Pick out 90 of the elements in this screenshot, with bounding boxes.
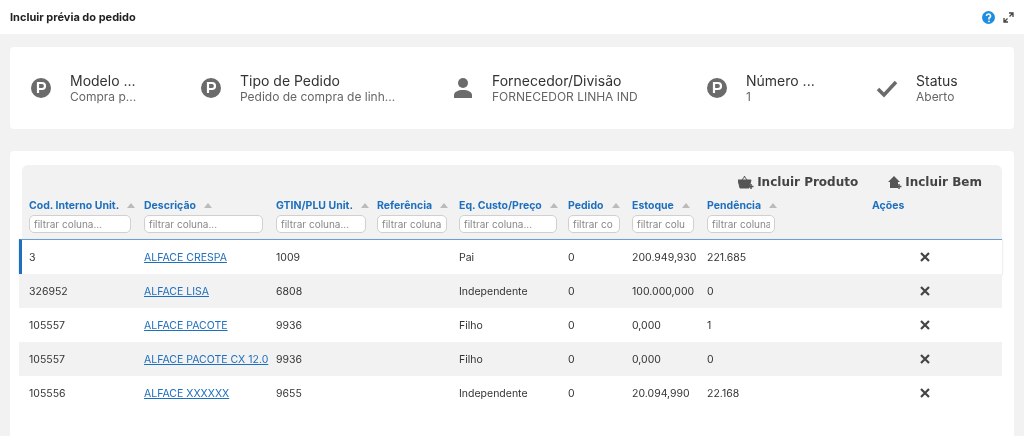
sort-icon[interactable]: [681, 203, 690, 208]
table-cell: 200.949,930: [632, 250, 697, 264]
table-cell: 0: [568, 284, 575, 298]
p-circle-icon: [200, 77, 222, 99]
add-product-button[interactable]: Incluir Produto: [738, 173, 859, 191]
expand-icon[interactable]: [1003, 11, 1014, 23]
sort-icon[interactable]: [769, 203, 778, 208]
summary-value: FORNECEDOR LINHA IND: [492, 89, 638, 104]
summary-label: Número ...: [746, 72, 815, 89]
table-cell: 22.168: [707, 386, 740, 400]
summary-label: Tipo de Pedido: [240, 72, 341, 89]
summary-value: Aberto: [916, 89, 956, 104]
close-icon[interactable]: [920, 354, 930, 364]
summary-value: Pedido de compra de linh...: [240, 89, 396, 104]
sort-icon[interactable]: [127, 203, 136, 208]
basket-plus-icon: [738, 175, 755, 189]
table-cell: Filho: [459, 352, 483, 366]
table-cell: 105557: [29, 352, 65, 366]
table-row[interactable]: 326952 ALFACE LISA 6808 Independente 0 100.000,000 0: [19, 274, 1002, 308]
product-link[interactable]: ALFACE CRESPA: [144, 250, 276, 264]
filter-field[interactable]: filtrar coluna: [707, 215, 775, 233]
sort-icon[interactable]: [360, 203, 369, 208]
table-cell: 9655: [276, 386, 302, 400]
filter-field[interactable]: filtrar coluna...: [29, 215, 131, 233]
product-link[interactable]: ALFACE LISA: [144, 284, 276, 298]
table-cell: 0: [568, 352, 575, 366]
close-icon[interactable]: [920, 320, 930, 330]
summary-label: Status: [916, 72, 958, 89]
filter-field[interactable]: filtrar coluna...: [144, 215, 263, 233]
product-link[interactable]: ALFACE PACOTE: [144, 318, 276, 332]
p-circle-icon: [706, 77, 728, 99]
table-cell: Independente: [459, 284, 528, 298]
table-cell: 326952: [29, 284, 68, 298]
table-cell: 221.685: [707, 250, 747, 264]
table-cell: 3: [29, 250, 36, 264]
column-header[interactable]: Pendência: [707, 199, 762, 212]
filter-field[interactable]: filtrar coluna: [377, 215, 447, 233]
filter-field[interactable]: filtrar colu: [632, 215, 694, 233]
product-link[interactable]: ALFACE XXXXXX: [144, 386, 276, 400]
close-icon[interactable]: [920, 388, 930, 398]
table-cell: 9936: [276, 318, 303, 332]
table-cell: 0,000: [632, 352, 661, 366]
table-cell: 0: [568, 318, 575, 332]
table-cell: 0: [707, 352, 714, 366]
table-cell: 100.000,000: [632, 284, 695, 298]
table-cell: 105556: [29, 386, 66, 400]
window-title: Incluir prévia do pedido: [10, 10, 136, 24]
table-cell: 20.094,990: [632, 386, 690, 400]
table-cell: 0: [568, 386, 575, 400]
person-icon: [452, 77, 474, 99]
table-cell: 1009: [276, 250, 301, 264]
help-icon[interactable]: [982, 10, 995, 24]
table-cell: Filho: [459, 318, 483, 332]
table-cell: 0,000: [632, 318, 661, 332]
column-header[interactable]: Eq. Custo/Preço: [459, 199, 542, 212]
column-header[interactable]: Descrição: [144, 199, 196, 212]
sort-icon[interactable]: [203, 203, 212, 208]
summary-label: Fornecedor/Divisão: [492, 72, 623, 89]
product-link[interactable]: ALFACE PACOTE CX 12.0: [144, 352, 276, 366]
summary-value: 1: [746, 89, 752, 104]
table-cell: Independente: [459, 386, 528, 400]
column-header[interactable]: Ações: [872, 199, 905, 212]
table-cell: 1: [707, 318, 712, 332]
table-cell: Pai: [459, 250, 475, 264]
p-circle-icon: [30, 77, 52, 99]
table-row[interactable]: 105557 ALFACE PACOTE 9936 Filho 0 0,000 1: [19, 308, 1002, 342]
filter-field[interactable]: filtrar coluna...: [276, 215, 366, 233]
close-icon[interactable]: [920, 286, 930, 296]
filter-field[interactable]: filtrar coluna...: [459, 215, 557, 233]
close-icon[interactable]: [920, 252, 930, 262]
table-cell: 6808: [276, 284, 303, 298]
table-cell: 105557: [29, 318, 65, 332]
sort-icon[interactable]: [611, 203, 620, 208]
summary-label: Modelo ...: [70, 72, 137, 89]
filter-field[interactable]: filtrar co: [568, 215, 620, 233]
column-header[interactable]: Referência: [377, 199, 433, 212]
column-header[interactable]: Estoque: [632, 199, 674, 212]
table-row[interactable]: 105557 ALFACE PACOTE CX 12.0 9936 Filho 0 0,000 0: [19, 342, 1002, 376]
add-asset-button[interactable]: Incluir Bem: [888, 173, 982, 191]
column-header[interactable]: GTIN/PLU Unit.: [276, 199, 353, 212]
table-cell: 9936: [276, 352, 303, 366]
table-cell: 0: [568, 250, 575, 264]
sort-icon[interactable]: [549, 203, 558, 208]
table-row[interactable]: 105556 ALFACE XXXXXX 9655 Independente 0 20.094,990 22.168: [19, 376, 1002, 410]
column-header[interactable]: Cod. Interno Unit.: [29, 199, 120, 212]
summary-value: Compra p...: [70, 89, 137, 104]
house-plus-icon: [888, 175, 903, 189]
table-cell: 0: [707, 284, 714, 298]
sort-icon[interactable]: [440, 203, 449, 208]
column-header[interactable]: Pedido: [568, 199, 604, 212]
